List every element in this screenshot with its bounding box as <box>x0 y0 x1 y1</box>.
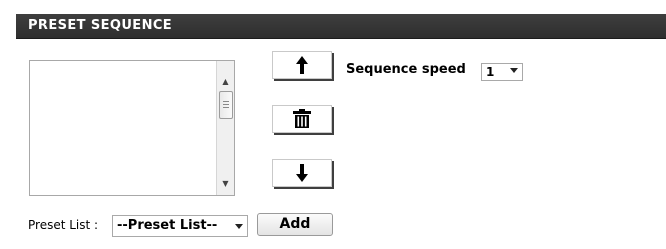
listbox-scrollbar[interactable]: ▲ ▼ <box>216 61 234 195</box>
scroll-thumb[interactable] <box>219 91 233 119</box>
sequence-speed-label: Sequence speed <box>346 62 466 77</box>
sequence-listbox[interactable]: ▲ ▼ <box>29 60 235 196</box>
grip-line <box>223 104 229 105</box>
chevron-down-icon <box>235 224 243 229</box>
chevron-down-icon <box>510 68 518 73</box>
scroll-up-arrow-icon[interactable]: ▲ <box>217 73 234 91</box>
preset-sequence-panel: PRESET SEQUENCE ▲ ▼ Sequence speed 1 Pre… <box>16 14 666 249</box>
section-title: PRESET SEQUENCE <box>28 18 173 33</box>
delete-button[interactable] <box>272 105 332 133</box>
move-down-button[interactable] <box>272 159 332 187</box>
arrow-up-icon <box>296 56 308 74</box>
trash-icon <box>293 109 311 128</box>
preset-list-label: Preset List : <box>28 218 99 232</box>
section-header: PRESET SEQUENCE <box>16 14 666 39</box>
move-up-button[interactable] <box>272 51 332 79</box>
preset-list-value: --Preset List-- <box>117 218 218 233</box>
grip-line <box>223 107 229 108</box>
grip-line <box>223 101 229 102</box>
sequence-speed-select[interactable]: 1 <box>481 63 523 81</box>
sequence-speed-value: 1 <box>486 65 495 79</box>
preset-list-select[interactable]: --Preset List-- <box>112 215 248 237</box>
add-button[interactable]: Add <box>257 213 333 236</box>
arrow-down-icon <box>296 164 308 182</box>
scroll-down-arrow-icon[interactable]: ▼ <box>217 175 234 193</box>
